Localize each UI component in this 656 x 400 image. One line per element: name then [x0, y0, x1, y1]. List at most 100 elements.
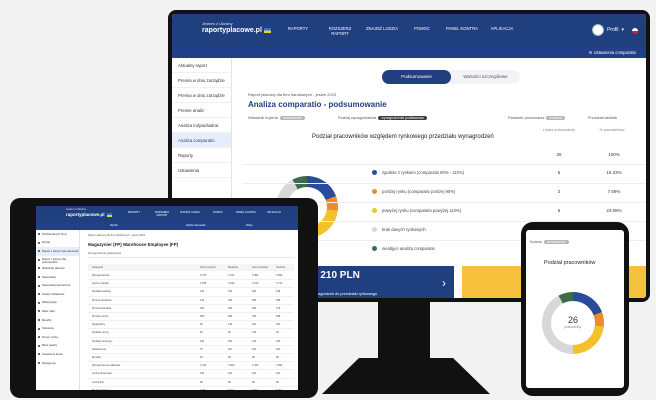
brand-logo[interactable]: raportyplacowe.pl [66, 212, 112, 217]
column-header[interactable]: Górny kwartyl [252, 266, 268, 269]
table-cell: 94 [276, 331, 279, 335]
sidebar-item[interactable]: Analiza indywidualna [172, 118, 231, 133]
row-count: 5 [557, 170, 561, 175]
filter-range[interactable]: Przedział widełek [588, 116, 617, 120]
distribution-donut-chart: 26 pracownicy [542, 292, 604, 354]
sidebar-item[interactable]: Podział danych firmy [36, 230, 79, 239]
column-header-count: Liczba pracowników [542, 128, 576, 132]
table-cell: Wynagrodzenie całkowite [92, 364, 121, 368]
nav-rozszerz-raport[interactable]: ROZSZERZ RAPORT [322, 26, 358, 36]
tab-base-salary[interactable]: Wynagrodzenie podstawowe [88, 252, 294, 258]
sidebar-item[interactable]: Wskaźniki płacowe [36, 264, 79, 273]
row-percent: 19.23% [606, 170, 622, 175]
tab-results[interactable]: Wyniki [110, 224, 118, 227]
sidebar-item[interactable]: Raport z danymi dla stanowisk [36, 247, 79, 256]
sidebar-item[interactable]: Raporty [172, 148, 231, 163]
table-cell: 260 [228, 306, 233, 310]
column-header[interactable]: Mediana [228, 266, 238, 269]
sidebar-item[interactable]: Premia w dniu zarządzie [172, 73, 231, 88]
tab-details[interactable]: Wartości szczegółowe [451, 70, 520, 84]
tab-positions[interactable]: Wybór stanowisk [186, 224, 206, 227]
donut-number: 26 [567, 315, 578, 325]
table-cell: 3 185 [200, 282, 207, 286]
phone-device: Kryteria zaznaczenie Podział pracowników … [521, 222, 629, 396]
column-header[interactable]: Dolny kwartyl [200, 266, 215, 269]
sidebar-item[interactable]: Premia w dniu zarządzie [172, 88, 231, 103]
table-cell: 118 [276, 347, 280, 351]
sidebar-item[interactable]: Ustawienia konta [36, 350, 79, 359]
nav-aplikacja[interactable]: APLIKACJA [484, 26, 520, 31]
table-cell: 760 [252, 315, 257, 318]
table-row: Dodatek nocny 60 90 130 94 [88, 329, 294, 338]
nav-rozszerz-raport[interactable]: ROZSZERZ RAPORT [150, 211, 174, 217]
table-cell: 124 [200, 372, 205, 376]
table-cell: Łączne zarobki [92, 282, 109, 286]
sidebar-item[interactable]: Raport z danymi dla pracowników [36, 256, 79, 264]
filter-criteria[interactable]: Wskaźnik kryteria zaznaczenie [248, 116, 305, 120]
tablet-main: Raport płacowy dla firm handlowych - jes… [80, 230, 298, 390]
table-row: Benefity 40 65 95 68 [88, 354, 294, 363]
sidebar-item[interactable]: Waloryzacja [36, 299, 79, 308]
table-cell: 4 100 [252, 282, 259, 286]
sidebar-item[interactable]: Stanowiska kierownicze [36, 282, 79, 291]
sidebar-item[interactable]: Stanowiska [36, 273, 79, 282]
sidebar-item[interactable]: Wiek i płeć [36, 307, 79, 316]
nav-raporty[interactable]: RAPORTY [122, 211, 146, 214]
sidebar-item[interactable]: Szkolenia [36, 325, 79, 334]
table-cell: 338 [276, 298, 281, 302]
sidebar-item-comparatio[interactable]: Analiza comparatio [172, 133, 231, 148]
sidebar-item[interactable]: Analizy dodatkowe [36, 290, 79, 299]
total-percent: 100% [608, 152, 620, 157]
table-cell: 220 [252, 290, 257, 294]
sidebar-item[interactable]: Benefity [36, 316, 79, 325]
sidebar-item[interactable]: Premie analiz [172, 103, 231, 118]
table-cell: Dodatek nocny [92, 331, 109, 335]
table-cell: Dodatek stażowy [92, 290, 112, 294]
poland-flag-icon[interactable] [632, 28, 638, 34]
legend-dot-icon [372, 208, 377, 213]
column-header[interactable]: Kategoria [92, 266, 103, 269]
nav-panel[interactable]: PANEL KONTRA [234, 211, 258, 214]
chevron-down-icon: ▾ [621, 27, 624, 33]
brand-logo[interactable]: raportyplacowe.pl [202, 27, 271, 34]
table-cell: 150 [228, 339, 233, 343]
sidebar-item[interactable]: Ustawienia [172, 163, 231, 178]
comparatio-settings-link[interactable]: ⚙ Ustawienia comparatio [589, 50, 636, 55]
legend-label: powyżej rynku (comparatio powyżej 110%) [382, 208, 462, 213]
sidebar-item[interactable]: Baza wiedzy [36, 342, 79, 351]
sidebar-item[interactable]: Wyloguj się [36, 359, 79, 368]
top-navbar: Jestem z Ukrainy raportyplacowe.pl RAPOR… [172, 14, 646, 48]
sidebar-item[interactable]: Aktualny raport [172, 58, 231, 73]
nav-panel[interactable]: PANEL KONTRA [444, 26, 480, 31]
column-header-percent: % pracowników [599, 128, 625, 132]
filter-criteria[interactable]: Kryteria zaznaczenie [530, 240, 569, 244]
nav-pomoc[interactable]: POMOC [206, 211, 230, 214]
table-cell: 3 820 [228, 364, 235, 368]
column-header[interactable]: Średnia [276, 266, 285, 269]
nav-znajdz-ludzia[interactable]: ZNAJDŹ LUDZIA [364, 26, 400, 31]
nav-aplikacja[interactable]: APLIKACJA [262, 211, 286, 214]
tab-filter[interactable]: Filtruj [246, 224, 252, 227]
nav-pomoc[interactable]: POMOC [404, 26, 440, 31]
table-cell: Premia wynikowa [92, 298, 112, 302]
legend-label: nieobjęci analizą comparatio [382, 246, 435, 251]
table-cell: Liczba firm [92, 380, 105, 384]
nav-raporty[interactable]: RAPORTY [280, 26, 316, 31]
avatar [592, 24, 605, 36]
table-cell: 168 [276, 290, 281, 294]
legend-dot-icon [372, 170, 377, 175]
filter-pay-type[interactable]: Rodzaj wynagrodzenia wynagrodzenie podsta… [338, 116, 428, 120]
table-cell: 152 [276, 323, 281, 327]
sidebar-item[interactable]: Pomoc online [36, 333, 79, 342]
sidebar-item[interactable]: Wyniki [36, 239, 79, 248]
table-row: Wynagrodzenie 3 070 3 412 3 980 3 590 [88, 272, 294, 281]
donut-label: pracownicy [564, 325, 582, 329]
table-cell: 3 590 [276, 274, 283, 277]
table-cell: 38 [228, 380, 231, 384]
table-cell: 124 [276, 372, 281, 376]
filter-parameter[interactable]: Parametr porównania mediana [508, 116, 566, 120]
user-menu[interactable]: Profil ▾ [592, 24, 624, 36]
nav-znajdz-ludzia[interactable]: ZNAJDŹ LUDZIA [178, 211, 202, 214]
tab-summary[interactable]: Podsumowanie [382, 70, 451, 84]
legend-row: nieobjęci analizą comparatio [372, 246, 435, 251]
